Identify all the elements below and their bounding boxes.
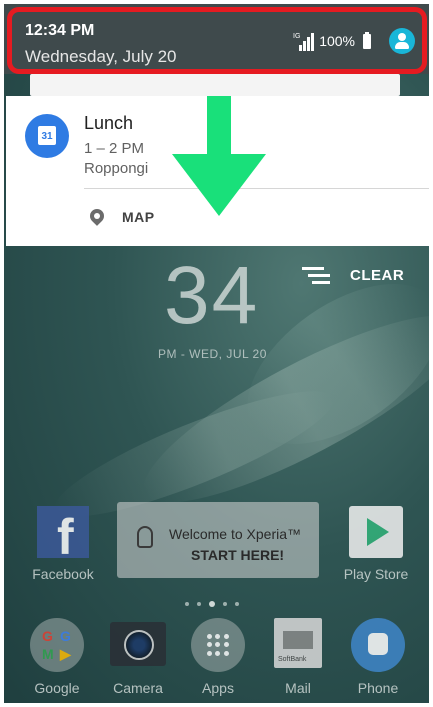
mail-icon: SoftBank (274, 618, 322, 668)
status-bar-highlight (7, 7, 427, 74)
app-play-store[interactable]: Play Store (338, 506, 414, 582)
calendar-day: 31 (38, 126, 56, 145)
dock-google[interactable]: G G M ▶ Google (24, 618, 90, 696)
app-facebook[interactable]: f Facebook (30, 506, 96, 582)
app-label: Play Store (343, 566, 409, 582)
lightbulb-icon (137, 526, 153, 548)
clock-date: PM - WED, JUL 20 (158, 347, 267, 361)
mail-carrier-tag: SoftBank (278, 656, 307, 663)
page-indicator (185, 601, 239, 607)
clear-all-icon (302, 265, 332, 285)
app-label: Facebook (32, 566, 94, 582)
google-folder-icon: G G M ▶ (30, 618, 84, 672)
notification-title: Lunch (84, 113, 134, 133)
search-bar-peek (30, 74, 400, 96)
swipe-down-arrow-icon (172, 96, 266, 216)
clock-time: 34 (164, 250, 260, 341)
notification-time: 1 – 2 PM (84, 140, 145, 157)
calendar-icon: 31 (25, 114, 69, 158)
phone-icon (351, 618, 405, 672)
notification-location: Roppongi (84, 160, 149, 177)
dock-apps[interactable]: Apps (185, 618, 251, 696)
location-pin-icon (87, 206, 107, 226)
clear-notifications-button[interactable]: CLEAR (302, 262, 404, 288)
dock-label: Google (34, 680, 80, 696)
apps-grid-icon (191, 618, 245, 672)
dock-label: Mail (285, 680, 311, 696)
dock-label: Camera (113, 680, 163, 696)
dock-label: Phone (357, 680, 399, 696)
welcome-widget[interactable]: Welcome to Xperia™ START HERE! (117, 502, 319, 578)
dock-mail[interactable]: SoftBank Mail (265, 618, 331, 696)
dock-camera[interactable]: Camera (105, 618, 171, 696)
map-action-button[interactable]: MAP (122, 209, 155, 225)
camera-icon (110, 622, 166, 666)
welcome-title: Welcome to Xperia™ (169, 526, 302, 542)
clear-label: CLEAR (350, 266, 405, 284)
dock-label: Apps (202, 680, 234, 696)
play-store-icon (349, 506, 403, 558)
phone-screen: 34 PM - WED, JUL 20 CLEAR f Facebook Pla… (4, 4, 429, 703)
facebook-icon: f (37, 506, 89, 562)
dock-phone[interactable]: Phone (345, 618, 411, 696)
welcome-action: START HERE! (191, 547, 285, 563)
